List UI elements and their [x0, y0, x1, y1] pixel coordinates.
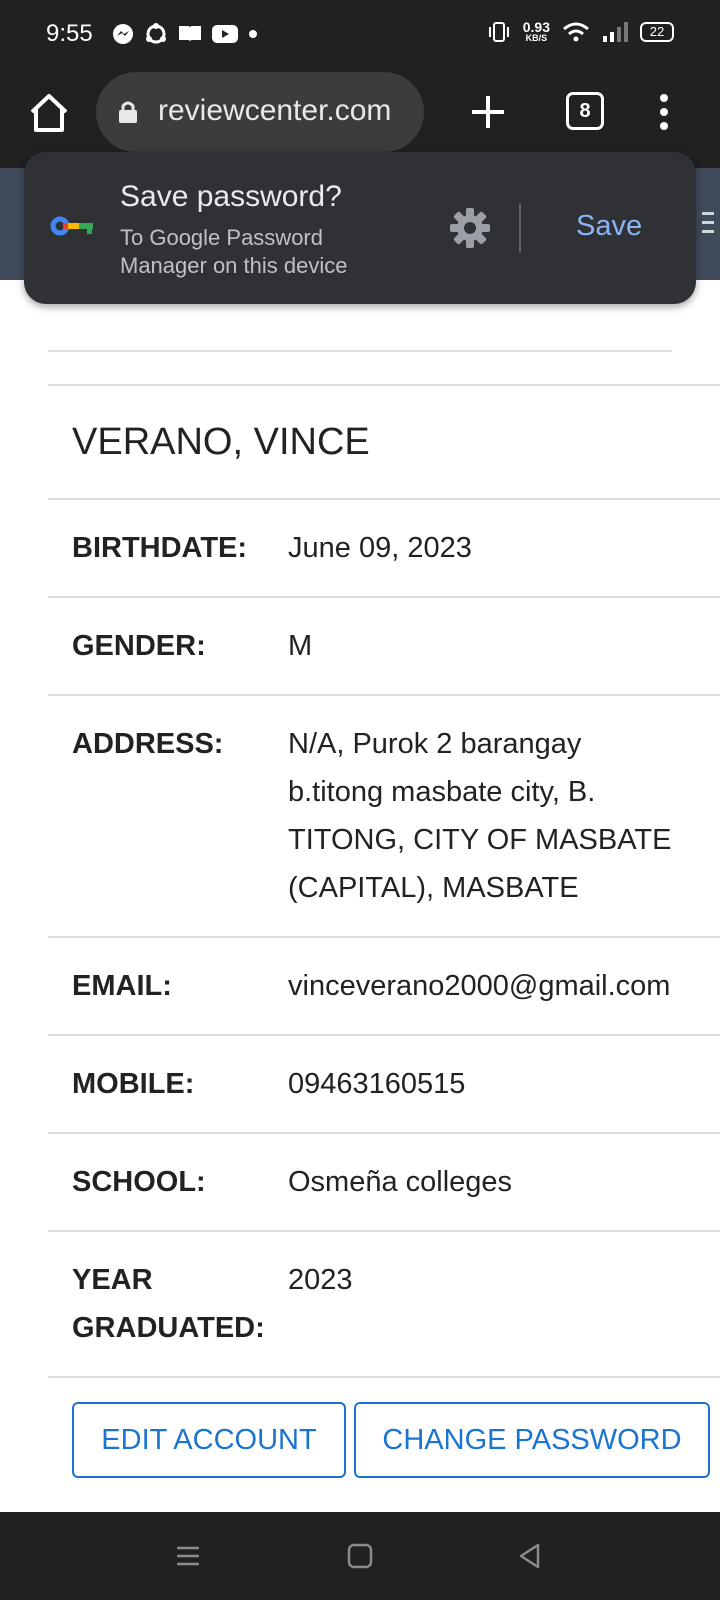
- field-row-birthdate: BIRTHDATE: June 09, 2023: [48, 498, 720, 596]
- settings-gear-icon[interactable]: [448, 206, 492, 250]
- field-row-address: ADDRESS: N/A, Purok 2 barangay b.titong …: [48, 694, 720, 936]
- status-bar: 9:55 0.93 KB/S 22: [0, 0, 720, 70]
- notification-icons: [112, 22, 258, 46]
- battery-indicator: 22: [640, 21, 674, 42]
- system-icons: 0.93 KB/S 22: [487, 20, 674, 43]
- google-key-icon: [50, 216, 93, 236]
- popup-title: Save password?: [120, 180, 342, 213]
- field-label: EMAIL:: [72, 970, 172, 1002]
- field-row-mobile: MOBILE: 09463160515: [48, 1034, 720, 1132]
- profile-name: VERANO, VINCE: [72, 420, 370, 463]
- home-nav-icon[interactable]: [346, 1542, 374, 1570]
- net-speed-value: 0.93: [522, 19, 550, 35]
- book-icon: [179, 26, 201, 42]
- more-options-icon[interactable]: [650, 90, 678, 134]
- card-bottom-divider: [48, 1376, 720, 1378]
- account-actions: EDIT ACCOUNT CHANGE PASSWORD: [72, 1402, 710, 1478]
- messenger-icon: [113, 24, 133, 44]
- field-row-year-graduated: YEAR GRADUATED: 2023: [48, 1230, 720, 1376]
- lock-icon: [119, 101, 137, 123]
- field-value: 09463160515: [288, 1068, 466, 1100]
- popup-subtitle: To Google Password Manager on this devic…: [120, 225, 348, 278]
- section-divider: [48, 350, 672, 352]
- youtube-icon: [212, 25, 238, 43]
- field-row-email: EMAIL: vinceverano2000@gmail.com: [48, 936, 720, 1034]
- field-row-gender: GENDER: M: [48, 596, 720, 694]
- profile-name-row: VERANO, VINCE: [48, 384, 720, 498]
- field-label: ADDRESS:: [72, 728, 224, 760]
- net-speed: 0.93 KB/S: [523, 20, 550, 43]
- field-value: June 09, 2023: [288, 532, 472, 564]
- field-value: Osmeña colleges: [288, 1166, 513, 1198]
- field-value: N/A, Purok 2 barangay b.titong masbate c…: [288, 728, 672, 904]
- sync-icon: [146, 23, 166, 44]
- field-row-school: SCHOOL: Osmeña colleges: [48, 1132, 720, 1230]
- field-value: vinceverano2000@gmail.com: [288, 970, 671, 1002]
- dot-icon: [249, 30, 257, 38]
- url-text: reviewcenter.com: [158, 94, 392, 127]
- home-icon[interactable]: [26, 90, 72, 136]
- field-label: BIRTHDATE:: [72, 532, 248, 564]
- field-label: SCHOOL:: [72, 1166, 206, 1198]
- field-label: MOBILE:: [72, 1068, 195, 1100]
- save-password-popup: Save password? To Google Password Manage…: [24, 152, 696, 304]
- net-speed-unit: KB/S: [525, 33, 548, 43]
- vibrate-icon: [488, 21, 509, 42]
- save-password-button[interactable]: Save: [576, 210, 642, 243]
- field-label: GENDER:: [72, 630, 206, 662]
- status-time: 9:55: [46, 20, 93, 47]
- recent-apps-icon[interactable]: [174, 1542, 202, 1570]
- change-password-button[interactable]: CHANGE PASSWORD: [354, 1402, 710, 1478]
- tab-switcher-button[interactable]: 8: [566, 92, 604, 130]
- address-bar[interactable]: reviewcenter.com: [96, 72, 424, 152]
- wifi-icon: [563, 22, 589, 41]
- field-value: 2023: [288, 1264, 353, 1296]
- field-value: M: [288, 630, 313, 662]
- edit-account-button[interactable]: EDIT ACCOUNT: [72, 1402, 346, 1478]
- hamburger-menu-icon[interactable]: [700, 212, 714, 234]
- system-nav-bar: [0, 1512, 720, 1600]
- profile-card: VERANO, VINCE BIRTHDATE: June 09, 2023 G…: [48, 384, 720, 1378]
- popup-divider: [519, 204, 521, 252]
- new-tab-icon[interactable]: [468, 92, 508, 132]
- field-label: YEAR GRADUATED:: [72, 1264, 265, 1344]
- back-nav-icon[interactable]: [516, 1542, 544, 1570]
- signal-icon: [603, 21, 628, 42]
